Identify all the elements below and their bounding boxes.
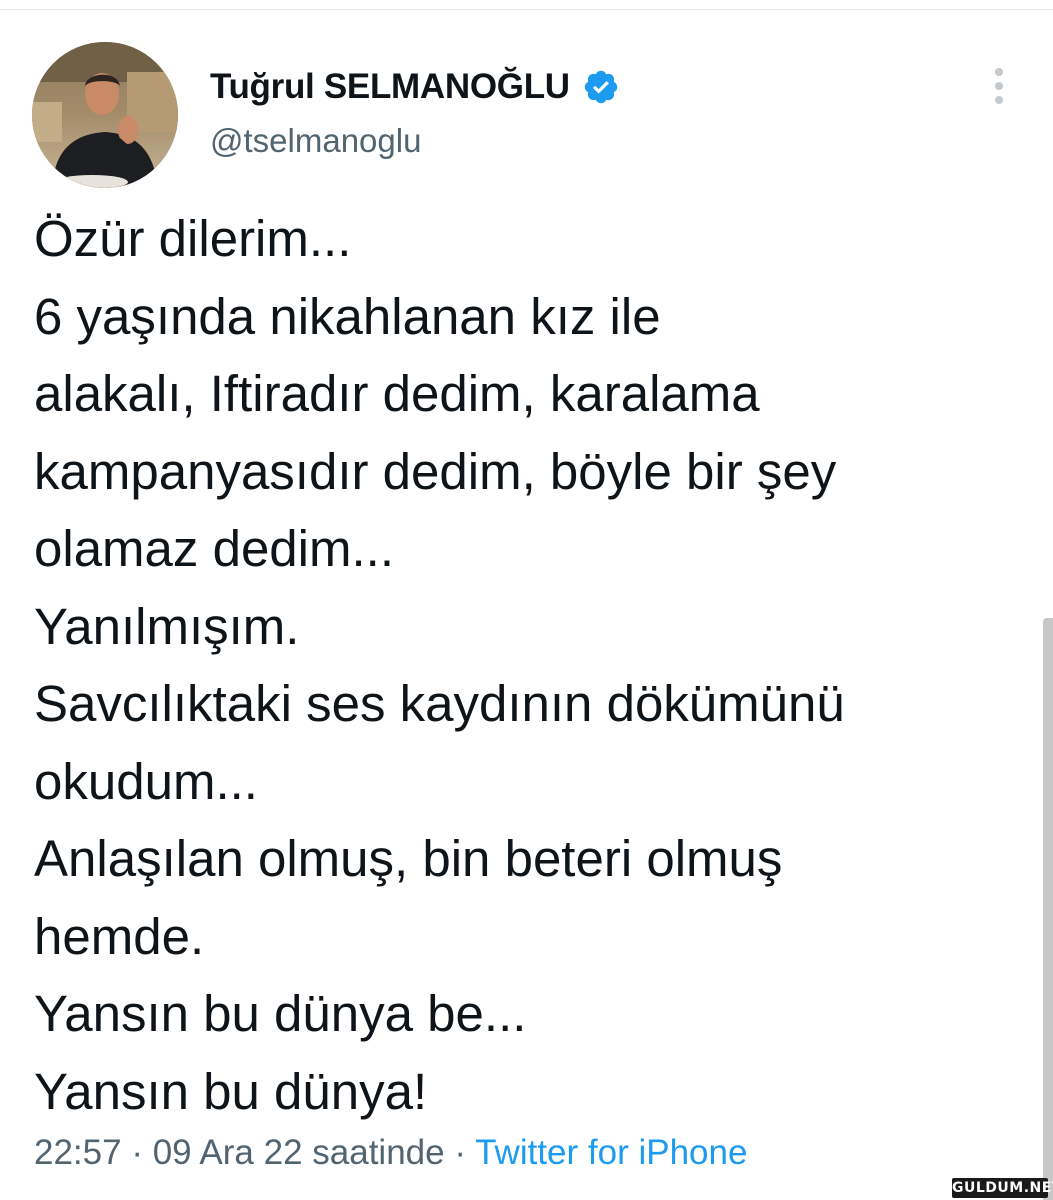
author-name-row: Tuğrul SELMANOĞLU xyxy=(210,62,620,112)
tweet-text: Özür dilerim... 6 yaşında nikahlanan kız… xyxy=(34,200,994,1130)
author-handle[interactable]: @tselmanoglu xyxy=(210,122,421,160)
tweet-text-line: alakalı, Iftiradır dedim, karalama xyxy=(34,365,760,422)
tweet-text-line: olamaz dedim... xyxy=(34,520,394,577)
meta-separator: · xyxy=(121,1133,153,1172)
meta-separator: · xyxy=(444,1133,476,1172)
tweet-text-line: Yansın bu dünya be... xyxy=(34,985,527,1042)
tweet-text-line: okudum... xyxy=(34,752,258,810)
tweet-source-link[interactable]: Twitter for iPhone xyxy=(475,1133,747,1172)
tweet-date[interactable]: 09 Ara 22 saatinde xyxy=(153,1133,445,1172)
avatar[interactable] xyxy=(32,42,178,188)
tweet-text-line: Yansın bu dünya! xyxy=(34,1062,428,1120)
more-options-icon[interactable] xyxy=(984,64,1014,108)
tweet-text-line: hemde. xyxy=(34,907,205,965)
verified-badge-icon xyxy=(582,68,620,106)
tweet: Tuğrul SELMANOĞLU @tselmanoglu Özür dile… xyxy=(0,0,1053,1200)
tweet-text-line: Özür dilerim... xyxy=(34,210,352,267)
tweet-time[interactable]: 22:57 xyxy=(34,1133,122,1172)
tweet-text-line: Anlaşılan olmuş, bin beteri olmuş xyxy=(34,830,783,887)
watermark-logo: GULDUM.NET xyxy=(952,1178,1053,1198)
tweet-text-line: 6 yaşında nikahlanan kız ile xyxy=(34,287,661,345)
author-display-name[interactable]: Tuğrul SELMANOĞLU xyxy=(210,67,570,107)
tweet-text-line: Savcılıktaki ses kaydının dökümünü xyxy=(34,675,845,732)
tweet-text-line: kampanyasıdır dedim, böyle bir şey xyxy=(34,442,837,500)
tweet-meta: 22:57 · 09 Ara 22 saatinde · Twitter for… xyxy=(34,1130,747,1176)
scrollbar[interactable] xyxy=(1043,618,1053,1200)
tweet-text-line: Yanılmışım. xyxy=(34,597,300,655)
